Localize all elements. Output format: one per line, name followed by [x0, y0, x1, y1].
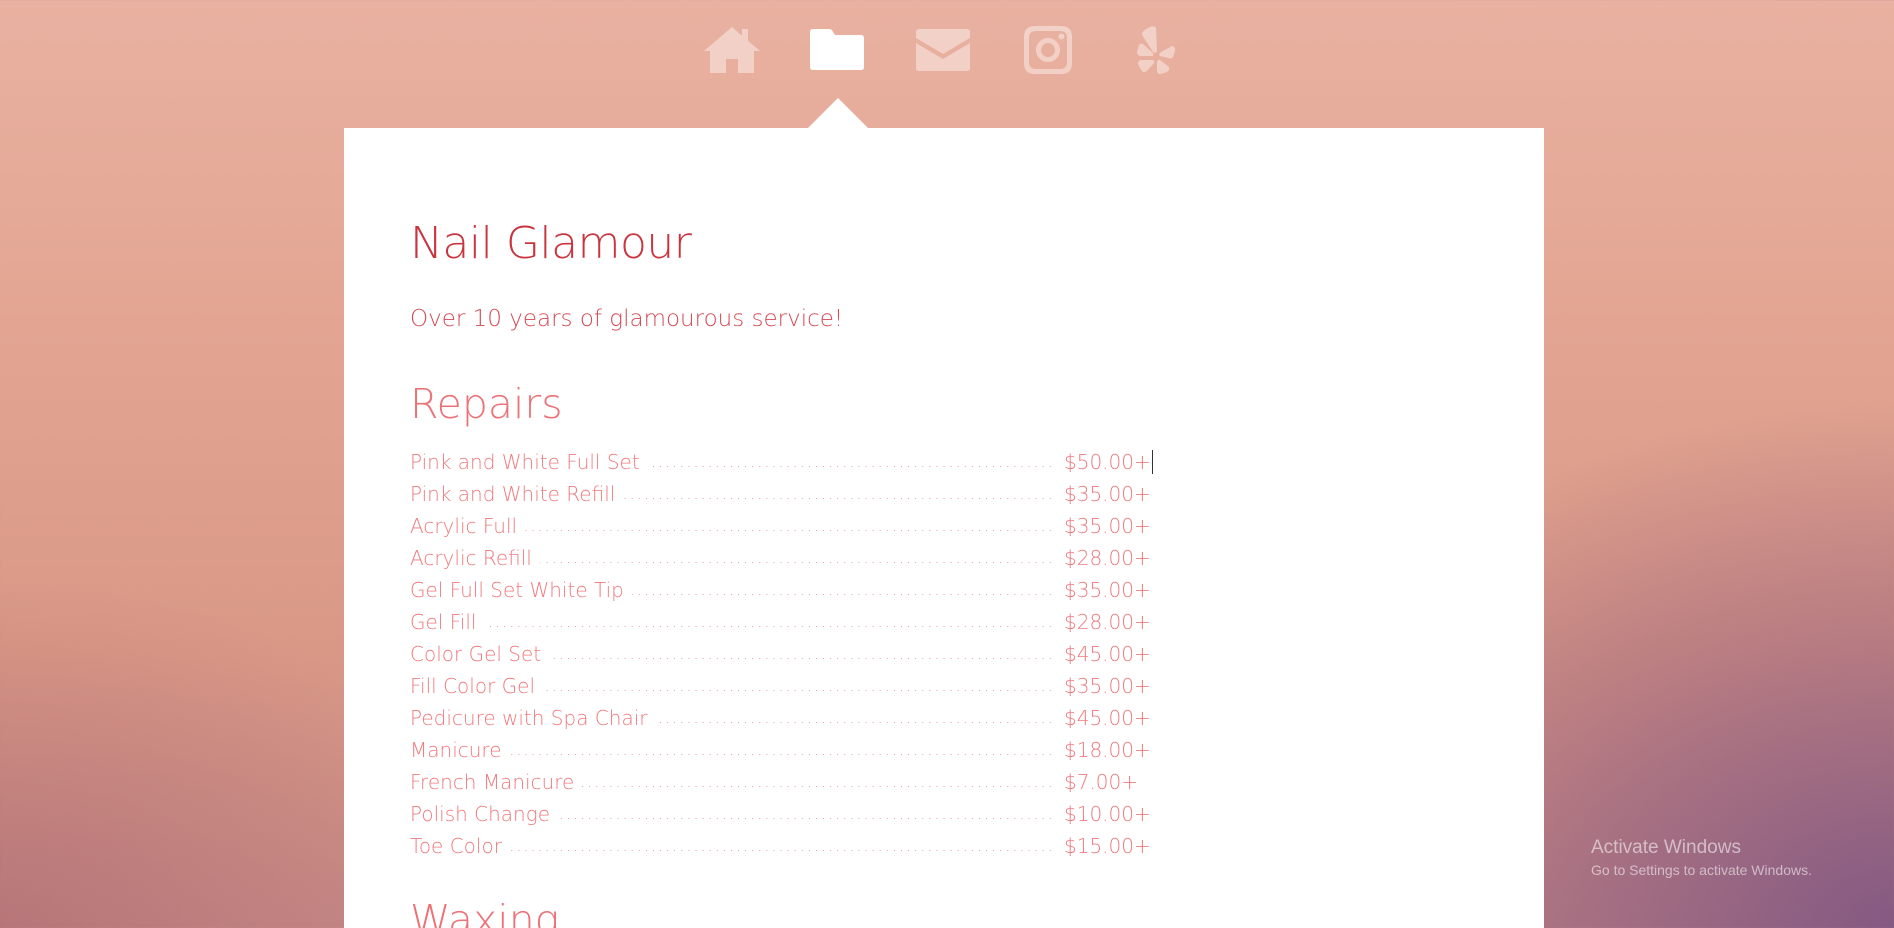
service-name: Pink and White Full Set	[410, 446, 648, 478]
service-price: $10.00+	[1064, 802, 1151, 826]
page-title: Nail Glamour	[410, 218, 692, 269]
service-name: French Manicure	[410, 766, 583, 798]
price-row: ........................................…	[410, 542, 1151, 574]
service-name: Fill Color Gel	[410, 670, 544, 702]
text-cursor	[1151, 450, 1153, 474]
price-row: ........................................…	[410, 798, 1151, 830]
price-row: ........................................…	[410, 734, 1151, 766]
price-row: ........................................…	[410, 830, 1151, 862]
service-name: Acrylic Full	[410, 510, 526, 542]
watermark-title: Activate Windows	[1591, 837, 1741, 858]
service-name: Gel Fill	[410, 606, 485, 638]
price-row: ........................................…	[410, 574, 1151, 606]
section-heading-repairs: Repairs	[410, 380, 563, 428]
dot-leader: ........................................…	[410, 612, 1056, 631]
service-price: $35.00+	[1064, 578, 1151, 602]
windows-activation-watermark: Activate Windows Go to Settings to activ…	[1591, 836, 1812, 880]
price-row: ........................................…	[410, 702, 1151, 734]
price-row: ........................................…	[410, 606, 1151, 638]
card-pointer	[808, 98, 868, 128]
instagram-icon	[1024, 26, 1072, 74]
service-name: Toe Color	[410, 830, 510, 862]
service-name: Acrylic Refill	[410, 542, 540, 574]
service-name: Pink and White Refill	[410, 478, 624, 510]
service-name: Color Gel Set	[410, 638, 550, 670]
folder-icon	[810, 29, 864, 70]
section-heading-waxing: Waxing	[410, 896, 560, 928]
price-row: ........................................…	[410, 638, 1151, 670]
service-name: Pedicure with Spa Chair	[410, 702, 656, 734]
service-price: $35.00+	[1064, 514, 1151, 538]
nav-yelp[interactable]	[1122, 24, 1186, 76]
yelp-icon	[1137, 26, 1175, 74]
service-price: $45.00+	[1064, 642, 1151, 666]
service-price: $28.00+	[1064, 546, 1151, 570]
nav-instagram[interactable]	[1016, 24, 1080, 76]
price-row: ........................................…	[410, 670, 1151, 702]
service-price: $28.00+	[1064, 610, 1151, 634]
price-list-repairs: ........................................…	[410, 446, 1153, 862]
service-price: $35.00+	[1064, 674, 1151, 698]
service-price: $15.00+	[1064, 834, 1151, 858]
nav-folder[interactable]	[805, 24, 869, 76]
tagline: Over 10 years of glamourous service!	[410, 306, 844, 332]
service-price: $50.00+	[1064, 450, 1153, 474]
envelope-icon	[916, 29, 970, 71]
price-row: ........................................…	[410, 446, 1153, 478]
price-row: ........................................…	[410, 766, 1150, 798]
nav-email[interactable]	[911, 24, 975, 76]
service-price: $45.00+	[1064, 706, 1151, 730]
service-name: Gel Full Set White Tip	[410, 574, 632, 606]
service-price: $18.00+	[1064, 738, 1151, 762]
watermark-subtitle: Go to Settings to activate Windows.	[1591, 862, 1812, 878]
service-price: $7.00+	[1064, 770, 1139, 794]
content-card: Nail Glamour Over 10 years of glamourous…	[344, 128, 1544, 928]
nav-home[interactable]	[700, 24, 764, 76]
home-icon	[704, 27, 760, 73]
price-row: ........................................…	[410, 478, 1151, 510]
service-name: Manicure	[410, 734, 510, 766]
service-name: Polish Change	[410, 798, 559, 830]
service-price: $35.00+	[1064, 482, 1151, 506]
price-row: ........................................…	[410, 510, 1151, 542]
top-nav	[0, 24, 1894, 76]
